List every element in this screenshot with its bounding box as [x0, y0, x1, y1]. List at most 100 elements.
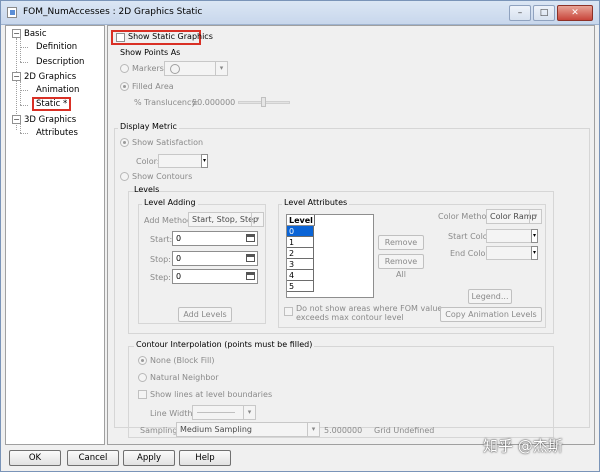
- list-item[interactable]: 3: [287, 259, 314, 270]
- show-lines-checkbox[interactable]: [138, 390, 147, 399]
- markers-radio[interactable]: [120, 64, 129, 73]
- chevron-down-icon: ▾: [529, 210, 541, 223]
- line-width-label: Line Width:: [150, 409, 196, 418]
- show-static-graphics-checkbox[interactable]: [116, 33, 125, 42]
- slider-thumb[interactable]: [261, 97, 266, 107]
- filled-area-label: Filled Area: [132, 82, 174, 91]
- copy-animation-levels-button[interactable]: Copy Animation Levels: [440, 307, 542, 322]
- remove-all-button[interactable]: Remove All: [378, 254, 424, 279]
- color-method-select[interactable]: Color Ramp ▾: [486, 209, 542, 224]
- nav-tree: − Basic Definition Description − 2D Grap…: [5, 25, 105, 445]
- title-bar[interactable]: FOM_NumAccesses : 2D Graphics Static – □…: [1, 1, 599, 25]
- marker-style-select[interactable]: ▾: [164, 61, 228, 76]
- start-value: 0: [176, 234, 182, 243]
- collapse-icon[interactable]: −: [12, 72, 21, 81]
- display-metric-heading: Display Metric: [118, 122, 179, 131]
- line-sample: [197, 412, 235, 413]
- list-item[interactable]: 4: [287, 270, 314, 281]
- dialog-window: FOM_NumAccesses : 2D Graphics Static – □…: [0, 0, 600, 472]
- translucency-value: 50.000000: [192, 98, 236, 107]
- collapse-icon[interactable]: −: [12, 115, 21, 124]
- start-color-picker[interactable]: ▾: [486, 229, 538, 243]
- tree-item-3d-graphics[interactable]: 3D Graphics: [24, 115, 76, 125]
- tree-item-2d-graphics[interactable]: 2D Graphics: [24, 72, 76, 82]
- sampling-select[interactable]: Medium Sampling ▾: [176, 422, 320, 437]
- tree-item-animation[interactable]: Animation: [36, 85, 79, 95]
- tree-item-definition[interactable]: Definition: [36, 42, 77, 52]
- maximize-button[interactable]: □: [533, 5, 555, 21]
- stop-value: 0: [176, 254, 182, 263]
- grid-undefined-label: Grid Undefined: [374, 426, 435, 435]
- natural-neighbor-radio[interactable]: [138, 373, 147, 382]
- level-list-header: Level: [287, 215, 315, 226]
- step-value: 0: [176, 272, 182, 281]
- chevron-down-icon: ▾: [307, 423, 319, 436]
- stop-input[interactable]: 0: [172, 251, 258, 266]
- sampling-number: 5.000000: [324, 426, 363, 435]
- tree-item-basic[interactable]: Basic: [24, 29, 47, 39]
- collapse-icon[interactable]: −: [12, 29, 21, 38]
- show-static-graphics-label: Show Static Graphics: [128, 32, 213, 41]
- satisfaction-color-picker[interactable]: ▾: [158, 154, 208, 168]
- list-item[interactable]: 0: [287, 226, 314, 237]
- do-not-show-areas-checkbox[interactable]: [284, 307, 293, 316]
- level-attributes-heading: Level Attributes: [282, 198, 350, 207]
- start-input[interactable]: 0: [172, 231, 258, 246]
- close-button[interactable]: ✕: [557, 5, 593, 21]
- ok-button[interactable]: OK: [9, 450, 61, 466]
- watermark-text: 知乎 @杰斯: [483, 437, 563, 455]
- chevron-down-icon: ▾: [531, 246, 538, 260]
- contour-interpolation-heading: Contour Interpolation (points must be fi…: [134, 340, 315, 349]
- cancel-button[interactable]: Cancel: [67, 450, 119, 466]
- color-label: Color:: [136, 157, 160, 166]
- step-input[interactable]: 0: [172, 269, 258, 284]
- list-item[interactable]: 5: [287, 281, 314, 292]
- do-not-show-areas-label-line1: Do not show areas where FOM value: [296, 304, 443, 313]
- static-settings-panel: Show Static Graphics Show Points As Mark…: [107, 25, 595, 445]
- chevron-down-icon: ▾: [531, 229, 538, 243]
- tree-item-static[interactable]: Static *: [32, 97, 72, 111]
- show-contours-label: Show Contours: [132, 172, 193, 181]
- show-satisfaction-label: Show Satisfaction: [132, 138, 204, 147]
- add-method-select[interactable]: Start, Stop, Step ▾: [188, 212, 264, 227]
- step-label: Step:: [150, 273, 171, 282]
- list-item[interactable]: 1: [287, 237, 314, 248]
- minimize-button[interactable]: –: [509, 5, 531, 21]
- levels-heading: Levels: [134, 185, 160, 194]
- start-label: Start:: [150, 235, 173, 244]
- tree-item-description[interactable]: Description: [36, 57, 84, 67]
- legend-button[interactable]: Legend...: [468, 289, 512, 304]
- window-title: FOM_NumAccesses : 2D Graphics Static: [23, 7, 203, 17]
- show-satisfaction-radio[interactable]: [120, 138, 129, 147]
- circle-marker-icon: [170, 64, 180, 74]
- end-color-picker[interactable]: ▾: [486, 246, 538, 260]
- chevron-down-icon: ▾: [251, 213, 263, 226]
- show-points-as-heading: Show Points As: [120, 48, 181, 57]
- show-contours-radio[interactable]: [120, 172, 129, 181]
- list-item[interactable]: 2: [287, 248, 314, 259]
- apply-button[interactable]: Apply: [123, 450, 175, 466]
- help-button[interactable]: Help: [179, 450, 231, 466]
- stop-label: Stop:: [150, 255, 171, 264]
- show-lines-label: Show lines at level boundaries: [150, 390, 273, 399]
- remove-button[interactable]: Remove: [378, 235, 424, 250]
- sampling-value: Medium Sampling: [180, 425, 252, 434]
- do-not-show-areas-label-line2: exceeds max contour level: [296, 313, 404, 322]
- tree-item-attributes[interactable]: Attributes: [36, 128, 78, 138]
- markers-label: Markers: [132, 64, 164, 73]
- spin-icon[interactable]: [246, 254, 255, 262]
- level-list[interactable]: Level 0 1 2 3 4 5: [286, 214, 374, 298]
- filled-area-radio[interactable]: [120, 82, 129, 91]
- spin-icon[interactable]: [246, 272, 255, 280]
- block-fill-label: None (Block Fill): [150, 356, 215, 365]
- chevron-down-icon: ▾: [215, 62, 227, 75]
- app-icon: [7, 7, 17, 18]
- add-levels-button[interactable]: Add Levels: [178, 307, 232, 322]
- end-color-label: End Color:: [450, 249, 492, 258]
- chevron-down-icon: ▾: [201, 154, 208, 168]
- line-width-select[interactable]: ▾: [192, 405, 256, 420]
- spin-icon[interactable]: [246, 234, 255, 242]
- translucency-label: % Translucency:: [134, 98, 199, 107]
- block-fill-radio[interactable]: [138, 356, 147, 365]
- add-method-value: Start, Stop, Step: [192, 215, 259, 224]
